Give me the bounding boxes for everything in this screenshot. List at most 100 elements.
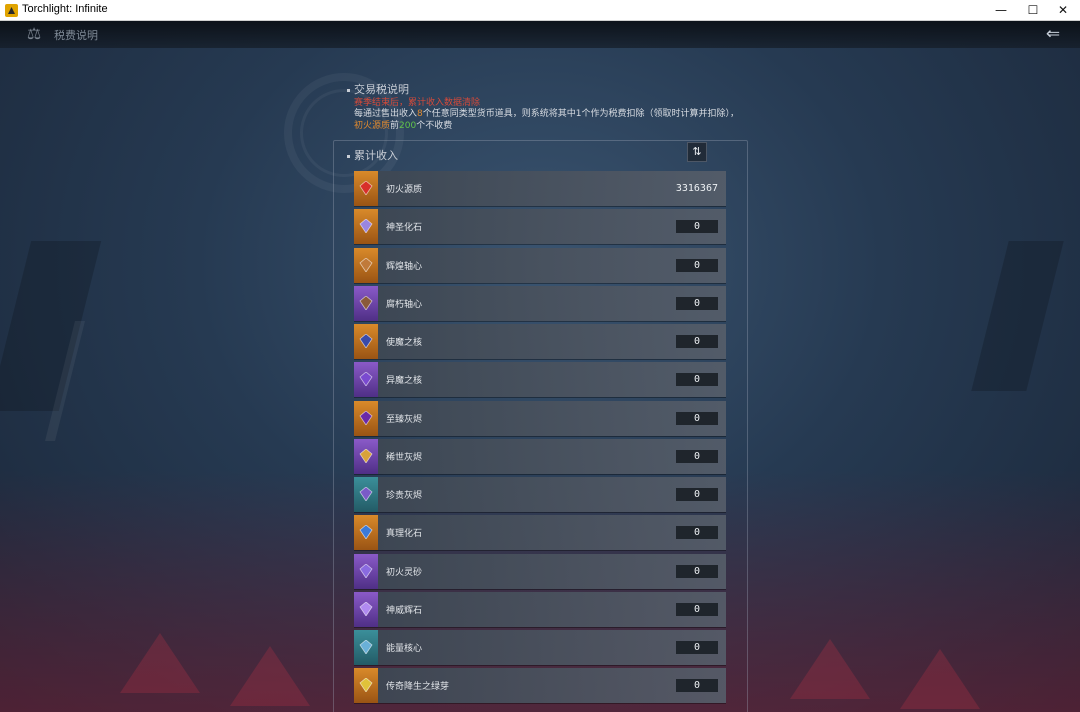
item-name: 至臻灰烬 <box>386 414 423 425</box>
item-name: 辉煌轴心 <box>386 261 423 272</box>
item-value: 0 <box>676 411 718 425</box>
sort-button[interactable]: ⇅ <box>687 142 707 162</box>
tax-description: 每通过售出收入8个任意同类型货币道具，则系统将其中1个作为税费扣除（领取时计算并… <box>354 108 739 132</box>
item-icon-frame <box>354 630 378 666</box>
income-heading-text: 累计收入 <box>354 149 398 162</box>
holy-fossil-icon <box>359 219 373 234</box>
income-section-heading: 累计收入 <box>347 147 398 163</box>
item-value: 0 <box>676 220 718 234</box>
list-item[interactable]: 神圣化石 0 <box>354 209 726 245</box>
item-name: 神圣化石 <box>386 223 423 234</box>
list-item[interactable]: 传奇降生之绿芽 0 <box>354 668 726 704</box>
item-icon-frame <box>354 209 378 245</box>
background-decoration <box>790 639 870 699</box>
item-value: 3316367 <box>675 183 718 194</box>
item-icon-frame <box>354 515 378 551</box>
item-icon-frame <box>354 285 378 321</box>
item-icon-frame <box>354 591 378 627</box>
background-decoration <box>0 241 102 411</box>
background-decoration <box>971 241 1064 391</box>
desc-text: 前 <box>390 121 400 131</box>
item-icon-frame <box>354 400 378 436</box>
item-value: 0 <box>676 258 718 272</box>
list-item[interactable]: 腐朽轴心 0 <box>354 285 726 321</box>
item-name: 稀世灰烬 <box>386 452 423 463</box>
list-item[interactable]: 初火源质 3316367 <box>354 171 726 206</box>
income-list[interactable]: 初火源质 3316367 神圣化石 0 辉煌轴心 0 腐朽轴心 0 使魔之核 0 异魔之核 0 至臻灰烬… <box>354 171 726 707</box>
list-item[interactable]: 初火灵砂 0 <box>354 553 726 589</box>
back-button[interactable]: ⇐ <box>1038 23 1068 45</box>
item-value: 0 <box>676 296 718 310</box>
item-name: 初火源质 <box>386 185 423 195</box>
season-warning: 赛季结束后，累计收入数据清除 <box>354 98 481 108</box>
top-bar: ⚖ 税费说明 ⇐ <box>0 21 1080 48</box>
item-value: 0 <box>676 602 718 616</box>
desc-highlight: 初火源质 <box>354 121 391 131</box>
desc-highlight: 200 <box>399 121 417 131</box>
item-name: 异魔之核 <box>386 376 423 387</box>
item-icon-frame <box>354 668 378 704</box>
rare-ash-icon <box>359 448 373 463</box>
item-name: 神威辉石 <box>386 605 423 616</box>
game-viewport: ⚖ 税费说明 ⇐ 交易税说明 赛季结束后，累计收入数据清除 每通过售出收入8个任… <box>0 21 1080 712</box>
bullet-icon <box>347 88 350 92</box>
familiar-core-icon <box>359 334 373 349</box>
list-item[interactable]: 辉煌轴心 0 <box>354 247 726 283</box>
item-value: 0 <box>676 449 718 463</box>
item-name: 初火灵砂 <box>386 567 423 578</box>
list-item[interactable]: 使魔之核 0 <box>354 324 726 360</box>
item-value: 0 <box>676 488 718 502</box>
window-titlebar: Torchlight: Infinite — ☐ ✕ <box>0 0 1080 21</box>
desc-text: 每通过售出收入 <box>354 109 418 119</box>
window-title: Torchlight: Infinite <box>22 3 108 15</box>
item-name: 传奇降生之绿芽 <box>386 682 450 693</box>
desc-text: 个不收费 <box>416 121 453 131</box>
red-crystal-icon <box>359 181 373 195</box>
legendary-sprout-icon <box>359 678 373 693</box>
list-item[interactable]: 能量核心 0 <box>354 630 726 666</box>
item-name: 使魔之核 <box>386 338 423 349</box>
item-icon-frame <box>354 171 378 206</box>
bullet-icon <box>347 154 350 158</box>
item-icon-frame <box>354 553 378 589</box>
list-item[interactable]: 异魔之核 0 <box>354 362 726 398</box>
list-item[interactable]: 珍贵灰烬 0 <box>354 477 726 513</box>
background-decoration <box>230 646 310 706</box>
spirit-sand-icon <box>359 563 373 578</box>
item-icon-frame <box>354 362 378 398</box>
app-icon <box>5 4 18 17</box>
supreme-ash-icon <box>359 410 373 425</box>
background-decoration <box>900 649 980 709</box>
item-value: 0 <box>676 373 718 387</box>
item-value: 0 <box>676 526 718 540</box>
list-item[interactable]: 神威辉石 0 <box>354 591 726 627</box>
list-item[interactable]: 稀世灰烬 0 <box>354 438 726 474</box>
item-name: 能量核心 <box>386 644 423 655</box>
list-item[interactable]: 至臻灰烬 0 <box>354 400 726 436</box>
demon-core-icon <box>359 372 373 387</box>
item-icon-frame <box>354 324 378 360</box>
energy-core-icon <box>359 640 373 655</box>
minimize-button[interactable]: — <box>986 0 1016 21</box>
page-title: 税费说明 <box>54 29 98 42</box>
truth-fossil-icon <box>359 525 373 540</box>
item-value: 0 <box>676 564 718 578</box>
background-decoration <box>120 633 200 693</box>
scale-icon: ⚖ <box>26 24 42 43</box>
glorious-axis-icon <box>359 257 373 272</box>
item-name: 真理化石 <box>386 529 423 540</box>
divine-stone-icon <box>359 601 373 616</box>
desc-text: 个任意同类型货币道具，则系统将其中1个作为税费扣除（领取时计算并扣除）， <box>422 109 739 119</box>
decayed-axis-icon <box>359 295 373 310</box>
item-value: 0 <box>676 641 718 655</box>
precious-ash-icon <box>359 487 373 502</box>
item-name: 腐朽轴心 <box>386 299 423 310</box>
item-value: 0 <box>676 679 718 693</box>
maximize-button[interactable]: ☐ <box>1018 0 1048 21</box>
item-name: 珍贵灰烬 <box>386 491 423 502</box>
item-icon-frame <box>354 247 378 283</box>
item-value: 0 <box>676 335 718 349</box>
list-item[interactable]: 真理化石 0 <box>354 515 726 551</box>
close-button[interactable]: ✕ <box>1048 0 1078 21</box>
item-icon-frame <box>354 438 378 474</box>
